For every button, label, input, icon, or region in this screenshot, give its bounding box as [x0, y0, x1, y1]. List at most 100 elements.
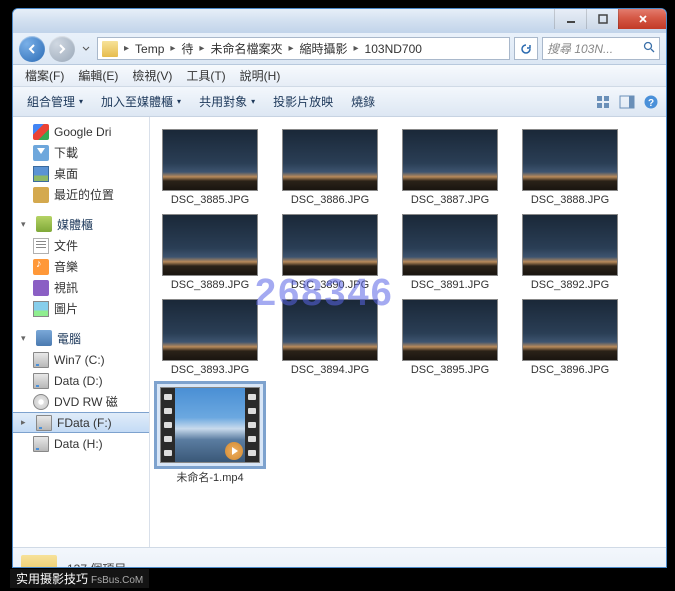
search-input[interactable]: 搜尋 103N... [542, 37, 660, 60]
file-item[interactable]: DSC_3889.JPG [158, 214, 262, 291]
file-item-selected[interactable]: 未命名-1.mp4 [158, 384, 262, 485]
collapse-icon: ▾ [21, 333, 31, 344]
sidebar-item-documents[interactable]: 文件 [13, 235, 149, 256]
share-button[interactable]: 共用對象▾ [191, 91, 263, 113]
close-button[interactable] [618, 9, 666, 29]
breadcrumb-segment[interactable]: 103ND700 [363, 42, 424, 56]
file-item[interactable]: DSC_3887.JPG [398, 129, 502, 206]
recent-icon [33, 187, 49, 203]
chevron-down-icon: ▾ [251, 97, 255, 106]
sidebar-head-computer[interactable]: ▾電腦 [13, 327, 149, 349]
file-name: DSC_3891.JPG [411, 279, 489, 291]
file-item[interactable]: DSC_3891.JPG [398, 214, 502, 291]
file-name: DSC_3895.JPG [411, 364, 489, 376]
search-placeholder: 搜尋 103N... [547, 40, 613, 57]
chevron-down-icon: ▾ [79, 97, 83, 106]
dvd-icon [33, 394, 49, 410]
navigation-pane: Google Dri 下載 桌面 最近的位置 ▾媒體櫃 文件 音樂 視訊 圖片 … [13, 117, 150, 547]
preview-pane-button[interactable] [618, 93, 636, 111]
file-pane[interactable]: 268346 DSC_3885.JPG DSC_3886.JPG DSC_388… [150, 117, 666, 547]
sidebar-head-libraries[interactable]: ▾媒體櫃 [13, 213, 149, 235]
file-item[interactable]: DSC_3894.JPG [278, 299, 382, 376]
breadcrumb-segment[interactable]: 待 [179, 40, 195, 57]
forward-button[interactable] [49, 36, 75, 62]
file-name: DSC_3889.JPG [171, 279, 249, 291]
page-watermark: 实用摄影技巧FsBus.CoM [10, 569, 149, 588]
refresh-button[interactable] [514, 37, 538, 60]
breadcrumb-segment[interactable]: Temp [133, 42, 166, 56]
chevron-right-icon: ▸ [195, 43, 208, 54]
film-strip-icon [245, 388, 259, 462]
menu-tools[interactable]: 工具(T) [180, 65, 231, 86]
sidebar-item-drive-f[interactable]: ▸FData (F:) [13, 412, 149, 433]
history-dropdown[interactable] [79, 45, 93, 53]
sidebar-item-drive-h[interactable]: Data (H:) [13, 433, 149, 454]
help-button[interactable]: ? [642, 93, 660, 111]
view-options-button[interactable] [594, 93, 612, 111]
menu-edit[interactable]: 編輯(E) [72, 65, 124, 86]
document-icon [33, 238, 49, 254]
drive-icon [36, 415, 52, 431]
sidebar-item-music[interactable]: 音樂 [13, 256, 149, 277]
file-item[interactable]: DSC_3885.JPG [158, 129, 262, 206]
file-name: DSC_3892.JPG [531, 279, 609, 291]
breadcrumb[interactable]: ▸ Temp ▸ 待 ▸ 未命名檔案夾 ▸ 縮時攝影 ▸ 103ND700 [97, 37, 510, 60]
sidebar-item-gdrive[interactable]: Google Dri [13, 121, 149, 142]
sidebar-item-videos[interactable]: 視訊 [13, 277, 149, 298]
sidebar-item-desktop[interactable]: 桌面 [13, 163, 149, 184]
file-name: DSC_3894.JPG [291, 364, 369, 376]
file-name: DSC_3886.JPG [291, 194, 369, 206]
menu-view[interactable]: 檢視(V) [126, 65, 178, 86]
sidebar-item-drive-d[interactable]: Data (D:) [13, 370, 149, 391]
file-name: DSC_3893.JPG [171, 364, 249, 376]
thumbnail-grid: DSC_3885.JPG DSC_3886.JPG DSC_3887.JPG D… [150, 117, 666, 497]
organize-button[interactable]: 組合管理▾ [19, 91, 91, 113]
chevron-right-icon: ▸ [350, 43, 363, 54]
image-thumbnail [522, 129, 618, 191]
minimize-button[interactable] [554, 9, 586, 29]
image-thumbnail [162, 129, 258, 191]
tree: Google Dri 下載 桌面 最近的位置 ▾媒體櫃 文件 音樂 視訊 圖片 … [13, 117, 149, 458]
drive-icon [33, 352, 49, 368]
file-item[interactable]: DSC_3886.JPG [278, 129, 382, 206]
computer-icon [36, 330, 52, 346]
file-item[interactable]: DSC_3890.JPG [278, 214, 382, 291]
desktop-icon [33, 166, 49, 182]
film-strip-icon [161, 388, 175, 462]
file-item[interactable]: DSC_3895.JPG [398, 299, 502, 376]
status-bar: 137 個項目 [13, 547, 666, 568]
image-thumbnail [522, 299, 618, 361]
file-item[interactable]: DSC_3896.JPG [518, 299, 622, 376]
image-thumbnail [282, 214, 378, 276]
back-button[interactable] [19, 36, 45, 62]
sidebar-item-downloads[interactable]: 下載 [13, 142, 149, 163]
toolbar: 組合管理▾ 加入至媒體櫃▾ 共用對象▾ 投影片放映 燒錄 ? [13, 87, 666, 117]
menu-help[interactable]: 說明(H) [234, 65, 287, 86]
gdrive-icon [33, 124, 49, 140]
picture-icon [33, 301, 49, 317]
image-thumbnail [522, 214, 618, 276]
file-name: DSC_3887.JPG [411, 194, 489, 206]
menu-file[interactable]: 檔案(F) [19, 65, 70, 86]
image-thumbnail [282, 299, 378, 361]
chevron-down-icon: ▾ [177, 97, 181, 106]
file-item[interactable]: DSC_3888.JPG [518, 129, 622, 206]
include-library-button[interactable]: 加入至媒體櫃▾ [93, 91, 189, 113]
image-thumbnail [282, 129, 378, 191]
video-icon [33, 280, 49, 296]
sidebar-item-drive-dvd[interactable]: DVD RW 磁 [13, 391, 149, 412]
breadcrumb-segment[interactable]: 縮時攝影 [298, 40, 350, 57]
breadcrumb-segment[interactable]: 未命名檔案夾 [208, 40, 284, 57]
sidebar-item-recent[interactable]: 最近的位置 [13, 184, 149, 205]
drive-icon [33, 436, 49, 452]
sidebar-item-drive-c[interactable]: Win7 (C:) [13, 349, 149, 370]
image-thumbnail [402, 214, 498, 276]
burn-button[interactable]: 燒錄 [343, 91, 383, 113]
sidebar-item-pictures[interactable]: 圖片 [13, 298, 149, 319]
chevron-right-icon: ▸ [284, 43, 297, 54]
file-item[interactable]: DSC_3893.JPG [158, 299, 262, 376]
image-thumbnail [402, 129, 498, 191]
file-item[interactable]: DSC_3892.JPG [518, 214, 622, 291]
maximize-button[interactable] [586, 9, 618, 29]
slideshow-button[interactable]: 投影片放映 [265, 91, 341, 113]
